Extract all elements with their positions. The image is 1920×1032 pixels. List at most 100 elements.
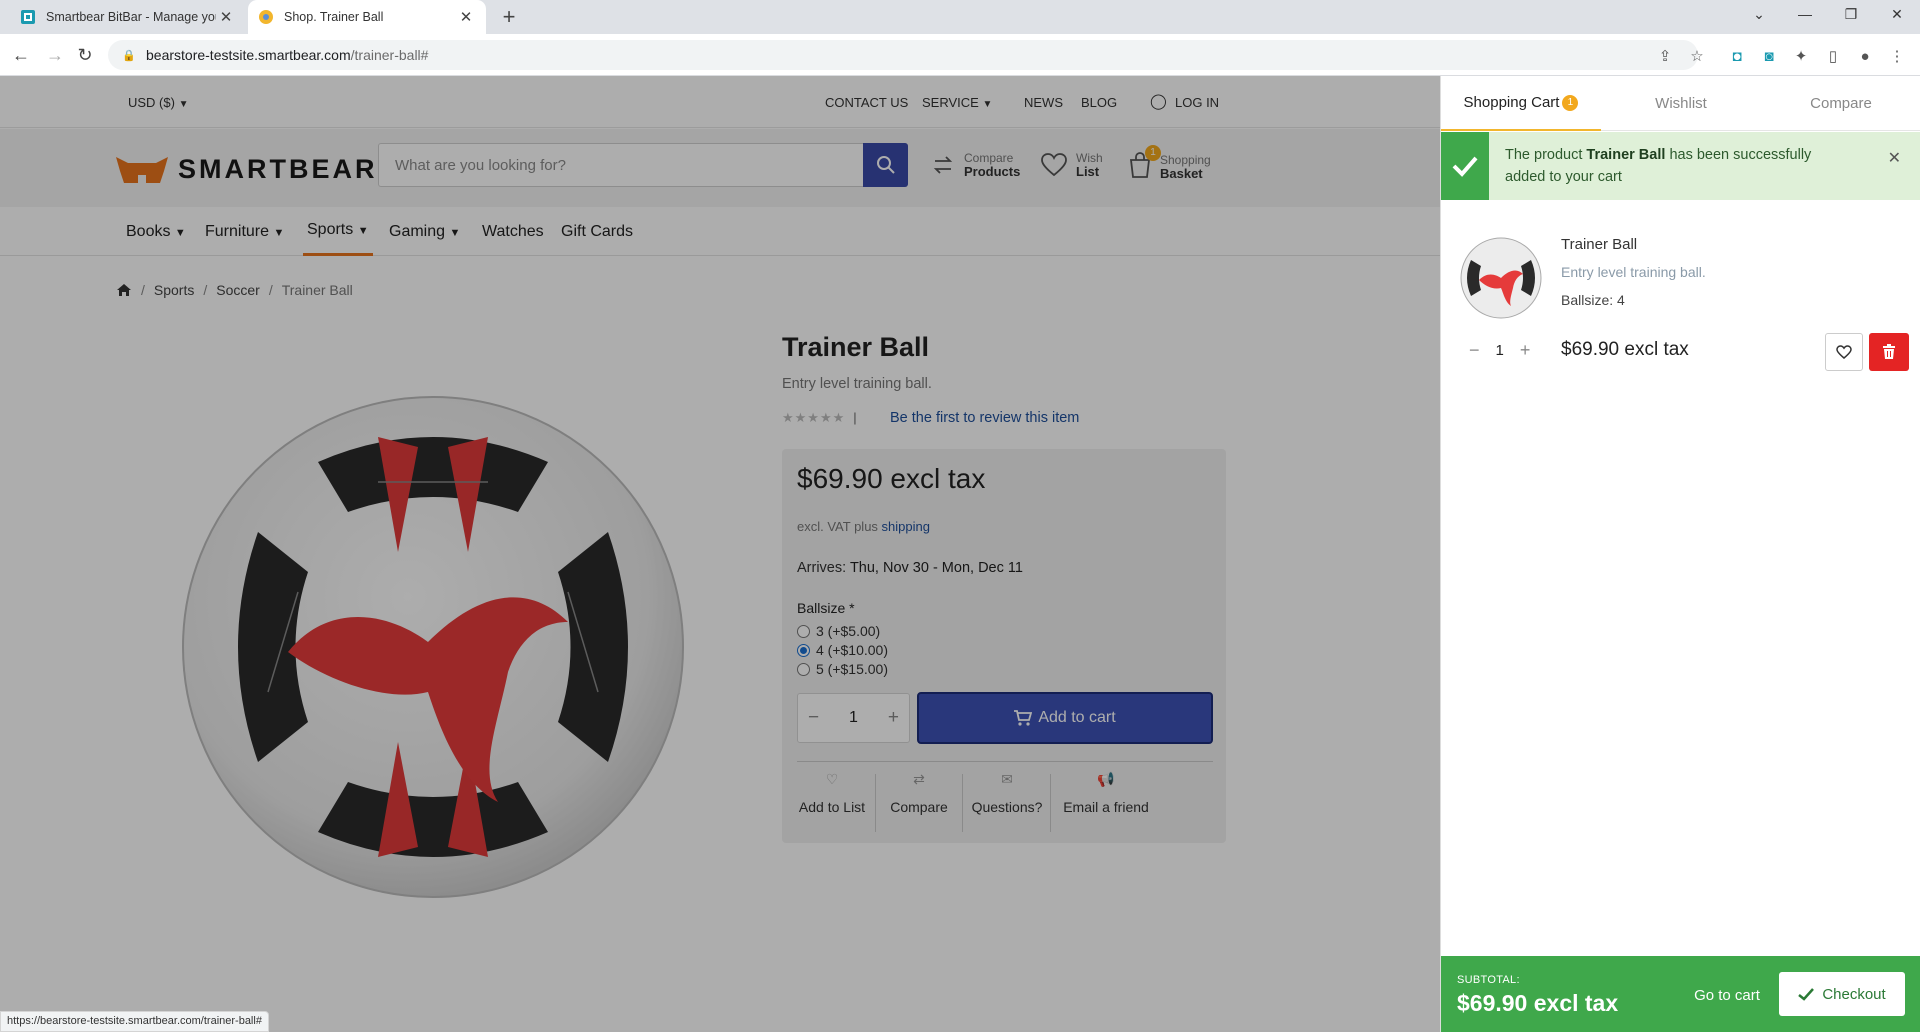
- blog-link[interactable]: BLOG: [1081, 95, 1117, 110]
- browser-toolbar: ← → ↻ 🔒 bearstore-testsite.smartbear.com…: [0, 34, 1920, 76]
- bitbar-favicon-icon: [21, 10, 35, 24]
- top-bar: USD ($) ▼ CONTACT US SERVICE ▼ NEWS BLOG…: [0, 76, 1440, 128]
- add-to-cart-button[interactable]: Add to cart: [917, 692, 1213, 744]
- quantity-value[interactable]: 1: [849, 709, 858, 727]
- restore-icon[interactable]: ❐: [1828, 0, 1874, 30]
- cart-item-image[interactable]: [1459, 236, 1543, 320]
- chevron-down-icon: ▼: [449, 227, 461, 239]
- extension-bitbar-2-icon[interactable]: ◙: [1758, 46, 1780, 68]
- success-notification: The product Trainer Ball has been succes…: [1441, 132, 1920, 200]
- breadcrumb-sports[interactable]: Sports: [154, 282, 194, 298]
- first-review-link[interactable]: Be the first to review this item: [890, 410, 1079, 426]
- cart-item-description: Entry level training ball.: [1561, 264, 1706, 280]
- shop-favicon-icon: [259, 10, 273, 24]
- menu-furniture[interactable]: Furniture ▼: [205, 207, 284, 256]
- menu-books[interactable]: Books ▼: [126, 207, 186, 256]
- radio-button[interactable]: [797, 624, 810, 638]
- browser-menu-icon[interactable]: ⋮: [1886, 46, 1908, 68]
- heart-icon: ♡: [825, 771, 839, 787]
- compare-icon: [933, 156, 953, 174]
- ballsize-option-4[interactable]: 4 (+$10.00): [797, 642, 888, 658]
- search-icon: [876, 156, 895, 174]
- chevron-down-icon: ▼: [273, 227, 285, 239]
- bookmark-star-icon[interactable]: ☆: [1686, 46, 1708, 68]
- compare-products-link[interactable]: Compare Products: [930, 151, 1020, 179]
- browser-tab-bitbar[interactable]: Smartbear BitBar - Manage your ✕: [10, 0, 246, 34]
- news-link[interactable]: NEWS: [1024, 95, 1063, 110]
- menu-gaming[interactable]: Gaming ▼: [389, 207, 460, 256]
- chevron-down-icon: ▼: [982, 99, 993, 110]
- currency-selector[interactable]: USD ($) ▼: [128, 95, 188, 110]
- envelope-icon: ✉: [1001, 771, 1013, 787]
- close-tab-icon[interactable]: ✕: [456, 8, 476, 26]
- megaphone-icon: 📢: [1097, 771, 1115, 787]
- heart-icon: [1836, 345, 1852, 359]
- browser-tab-trainer-ball[interactable]: Shop. Trainer Ball ✕: [248, 0, 486, 34]
- breadcrumb-soccer[interactable]: Soccer: [216, 282, 260, 298]
- tab-title: Smartbear BitBar - Manage your: [46, 10, 216, 24]
- checkmark-icon: [1441, 132, 1489, 200]
- reload-icon[interactable]: ↻: [72, 42, 98, 68]
- radio-button-selected[interactable]: [797, 643, 810, 657]
- plus-icon[interactable]: +: [1520, 340, 1531, 361]
- tab-wishlist[interactable]: Wishlist: [1601, 76, 1761, 131]
- delivery-estimate: Arrives: Thu, Nov 30 - Mon, Dec 11: [797, 560, 1023, 576]
- tab-title: Shop. Trainer Ball: [284, 10, 384, 24]
- search-button[interactable]: [863, 143, 908, 187]
- plus-icon[interactable]: +: [888, 707, 899, 729]
- close-tab-icon[interactable]: ✕: [216, 8, 236, 26]
- move-to-wishlist-button[interactable]: [1825, 333, 1863, 371]
- tab-compare[interactable]: Compare: [1761, 76, 1920, 131]
- compare-action[interactable]: ⇄ Compare: [869, 771, 969, 815]
- ballsize-label: Ballsize *: [797, 600, 855, 616]
- close-notification-icon[interactable]: ✕: [1888, 148, 1901, 168]
- breadcrumb: / Sports / Soccer / Trainer Ball: [116, 282, 353, 298]
- add-to-list-action[interactable]: ♡ Add to List: [782, 771, 882, 815]
- checkout-button[interactable]: Checkout: [1779, 972, 1905, 1016]
- cart-item-name[interactable]: Trainer Ball: [1561, 236, 1637, 253]
- subtotal-label: SUBTOTAL:: [1457, 974, 1520, 986]
- minimize-icon[interactable]: —: [1782, 0, 1828, 30]
- new-tab-icon[interactable]: +: [496, 4, 522, 30]
- service-menu[interactable]: SERVICE ▼: [922, 95, 992, 110]
- search-input[interactable]: [379, 144, 863, 186]
- close-window-icon[interactable]: ✕: [1874, 0, 1920, 30]
- email-friend-action[interactable]: 📢 Email a friend: [1047, 771, 1165, 815]
- minus-icon[interactable]: −: [808, 707, 819, 729]
- extensions-puzzle-icon[interactable]: ✦: [1790, 46, 1812, 68]
- login-link[interactable]: LOG IN: [1175, 95, 1219, 110]
- menu-sports[interactable]: Sports ▼: [303, 207, 373, 256]
- minus-icon[interactable]: −: [1469, 340, 1480, 361]
- shopping-basket-link[interactable]: 1 Shopping Basket: [1128, 145, 1211, 182]
- product-image[interactable]: [178, 392, 688, 902]
- shipping-link[interactable]: shipping: [882, 519, 930, 534]
- ballsize-option-5[interactable]: 5 (+$15.00): [797, 661, 888, 677]
- back-icon[interactable]: ←: [8, 42, 34, 68]
- smartbear-logo[interactable]: SMARTBEAR: [114, 153, 378, 185]
- radio-button[interactable]: [797, 662, 810, 676]
- cart-quantity-value[interactable]: 1: [1496, 342, 1504, 359]
- home-icon[interactable]: [116, 283, 132, 297]
- contact-us-link[interactable]: CONTACT US: [825, 95, 908, 110]
- logo-wordmark: SMARTBEAR: [178, 153, 378, 184]
- address-bar[interactable]: 🔒 bearstore-testsite.smartbear.com/train…: [108, 40, 1698, 70]
- extension-bitbar-icon[interactable]: ◘: [1726, 46, 1748, 68]
- tab-search-chevron-icon[interactable]: ⌄: [1736, 0, 1782, 30]
- side-panel-icon[interactable]: ▯: [1822, 46, 1844, 68]
- menu-watches[interactable]: Watches: [482, 207, 544, 256]
- share-icon[interactable]: ⇪: [1654, 46, 1676, 68]
- forward-icon[interactable]: →: [42, 42, 68, 68]
- questions-action[interactable]: ✉ Questions?: [957, 771, 1057, 815]
- tab-shopping-cart[interactable]: Shopping Cart 1: [1441, 76, 1601, 131]
- menu-gift-cards[interactable]: Gift Cards: [561, 207, 633, 256]
- panel-tabs: Shopping Cart 1 Wishlist Compare: [1441, 76, 1920, 131]
- go-to-cart-button[interactable]: Go to cart: [1677, 980, 1777, 1010]
- profile-avatar-icon[interactable]: ●: [1854, 46, 1876, 68]
- remove-item-button[interactable]: [1869, 333, 1909, 371]
- ballsize-option-3[interactable]: 3 (+$5.00): [797, 623, 880, 639]
- chevron-down-icon: ▼: [357, 225, 369, 237]
- trash-icon: [1883, 344, 1895, 359]
- product-short-description: Entry level training ball.: [782, 376, 932, 392]
- quantity-stepper: − 1 +: [797, 693, 910, 743]
- wishlist-link[interactable]: Wish List: [1040, 151, 1103, 179]
